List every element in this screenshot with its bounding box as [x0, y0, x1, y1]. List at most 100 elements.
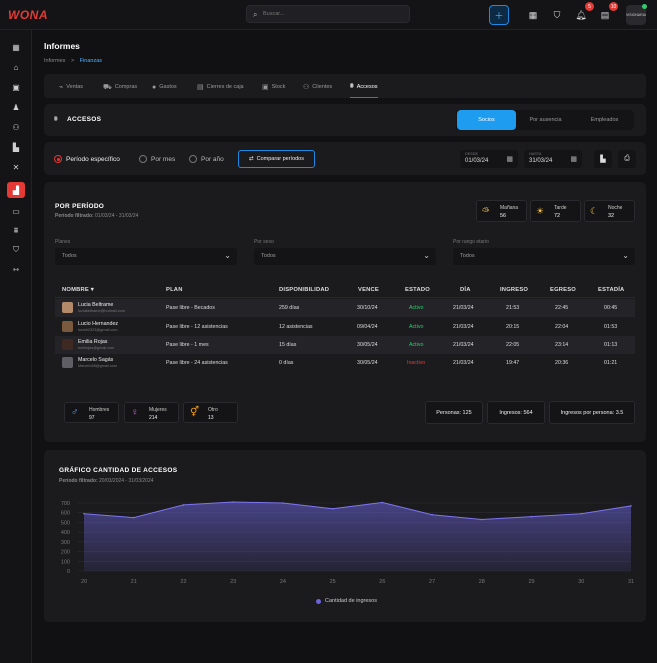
x-tick-label: 23	[230, 579, 236, 585]
sidebar-item-staff[interactable]: ⚇	[7, 119, 25, 135]
sidebar-item-courses[interactable]: ⛉	[7, 242, 25, 258]
y-tick-label: 700	[61, 501, 70, 507]
sidebar-item-reports[interactable]: ▟	[7, 182, 25, 198]
radio-periodo-especifico[interactable]: Período específico	[54, 155, 120, 163]
sidebar-item-calendar[interactable]: ▣	[7, 79, 25, 95]
row-egreso: 23:14	[555, 342, 569, 348]
radio-indicator	[189, 155, 197, 163]
date-to-field[interactable]: HASTA 31/03/24 ▦	[524, 150, 582, 168]
row-ingreso: 20:15	[506, 324, 520, 330]
search-input[interactable]: ⌕ Buscar...	[246, 5, 410, 23]
select-value: Todos	[261, 253, 276, 259]
sidebar-item-home[interactable]: ⌂	[7, 59, 25, 75]
avatar	[62, 302, 73, 313]
data-point[interactable]	[580, 512, 583, 515]
row-disponibilidad: 259 días	[279, 305, 300, 311]
sidebar-item-access[interactable]: ⩩	[7, 223, 25, 239]
data-point[interactable]	[381, 501, 384, 504]
header-vence: VENCE	[358, 287, 379, 293]
filter-edad-select[interactable]: Todos ⌄	[453, 248, 635, 265]
tab-stock[interactable]: ▣ Stock	[262, 82, 285, 92]
header-dia: DÍA	[460, 287, 471, 293]
tab-gastos[interactable]: ● Gastos	[152, 82, 177, 92]
date-from-field[interactable]: DESDE 01/03/24 ▦	[460, 150, 518, 168]
table-row[interactable]: Marcelo Sagás Marcelo58@gmail.com Pase l…	[55, 354, 635, 372]
data-point[interactable]	[630, 505, 632, 507]
data-point[interactable]	[132, 516, 135, 519]
shift-manana: ⛅︎ Mañana 56	[476, 200, 527, 222]
filter-sexo-select[interactable]: Todos ⌄	[254, 248, 436, 265]
filter-value: 20/03/2024 - 31/03/2024	[99, 478, 154, 484]
gender-count: 13	[208, 415, 214, 421]
row-ingreso: 19:47	[506, 360, 520, 366]
sidebar-item-tools[interactable]: ✕	[7, 159, 25, 175]
row-ingreso: 22:05	[506, 342, 520, 348]
data-point[interactable]	[83, 512, 85, 515]
data-point[interactable]	[530, 515, 533, 518]
tab-label: Compras	[114, 84, 138, 90]
grid-icon: ▦	[12, 42, 20, 52]
data-point[interactable]	[182, 504, 185, 506]
box-icon: ▣	[262, 84, 269, 91]
table-row[interactable]: Lucia Beltrame luciabeltrame@hotmail.com…	[55, 299, 635, 317]
sidebar-item-users[interactable]: ♟	[7, 99, 25, 115]
header-ingreso: INGRESO	[500, 287, 529, 293]
filter-planes-label: Planes	[55, 239, 71, 245]
breadcrumb-item-informes[interactable]: Informes	[44, 58, 65, 64]
data-point[interactable]	[481, 518, 483, 521]
gender-mujeres: ♀ Mujeres 214	[124, 402, 179, 423]
filter-planes-select[interactable]: Todos ⌄	[55, 248, 237, 265]
id-card-button[interactable]: ▤ 10	[595, 2, 618, 25]
report-tabs: ⌁ Ventas ⛟ Compras ● Gastos ▤ Cierres de caj…	[44, 74, 646, 98]
row-plan: Pase libre - Becados	[166, 305, 215, 311]
gender-name: Mujeres	[149, 407, 167, 413]
tab-cierres-de-caja[interactable]: ▤ Cierres de caja	[197, 82, 244, 92]
radio-por-ano[interactable]: Por año	[189, 155, 224, 163]
notifications-button[interactable]: 🔔︎ 5	[571, 2, 594, 25]
x-tick-label: 21	[131, 579, 137, 585]
stat-personas: Personas: 125	[425, 401, 483, 424]
compare-periods-button[interactable]: ⇄ Comparar períodos	[238, 150, 315, 168]
print-button[interactable]: ⎙	[618, 150, 636, 168]
add-user-icon: ＋	[494, 10, 504, 21]
sun-cloud-icon: ⛅︎	[482, 206, 490, 216]
segment-socios[interactable]: Socios	[457, 110, 516, 130]
data-point[interactable]	[282, 502, 284, 504]
table-row[interactable]: Lucio Hernandez lucioh2323@gmail.com Pas…	[55, 318, 635, 336]
radio-por-mes[interactable]: Por mes	[139, 155, 175, 163]
tab-compras[interactable]: ⛟ Compras	[103, 82, 137, 92]
legend-swatch	[316, 598, 321, 604]
row-estadia: 01:21	[604, 360, 618, 366]
date-to-label: HASTA	[529, 152, 542, 156]
data-point[interactable]	[232, 501, 234, 503]
user-avatar[interactable]: VISIONARIA	[626, 4, 647, 25]
courses-button[interactable]: ⛉	[547, 5, 567, 25]
graduation-cap-icon: ⛉	[13, 245, 19, 254]
data-point[interactable]	[331, 508, 334, 510]
app-logo[interactable]: WONA	[8, 8, 48, 22]
tab-clientes[interactable]: ⚇ Clientes	[303, 82, 332, 92]
x-tick-label: 30	[578, 579, 584, 585]
message-badge: 10	[609, 2, 618, 11]
x-tick-label: 25	[330, 579, 336, 585]
sidebar-item-store[interactable]: ▙	[7, 139, 25, 155]
segment-empleados[interactable]: Empleados	[575, 110, 634, 130]
sidebar-item-dashboard[interactable]: ▦	[7, 39, 25, 55]
y-tick-label: 500	[61, 520, 70, 526]
select-value: Todos	[62, 253, 77, 259]
calendar-button[interactable]: ▦	[523, 5, 543, 25]
tab-ventas[interactable]: ⌁ Ventas	[59, 82, 83, 92]
shift-noche: ☾ Noche 32	[584, 200, 635, 222]
export-pdf-button[interactable]: ▙	[594, 150, 612, 168]
sidebar-item-payments[interactable]: ▭	[7, 203, 25, 219]
row-dia: 21/03/24	[453, 305, 474, 311]
segment-por-ausencia[interactable]: Por ausencia	[516, 110, 575, 130]
table-row[interactable]: Emilia Rojas emilrojas@gmail.com Pase li…	[55, 336, 635, 354]
breadcrumb-item-finanzas[interactable]: Finanzas	[80, 58, 102, 64]
calendar-icon: ▦	[570, 156, 577, 163]
tab-accesos[interactable]: ⩩ Accesos	[350, 82, 378, 98]
add-user-button[interactable]: ＋	[489, 5, 509, 25]
data-point[interactable]	[431, 513, 433, 516]
sidebar-item-transfers[interactable]: ⇿	[7, 261, 25, 277]
header-nombre[interactable]: NOMBRE ▾	[62, 287, 94, 293]
